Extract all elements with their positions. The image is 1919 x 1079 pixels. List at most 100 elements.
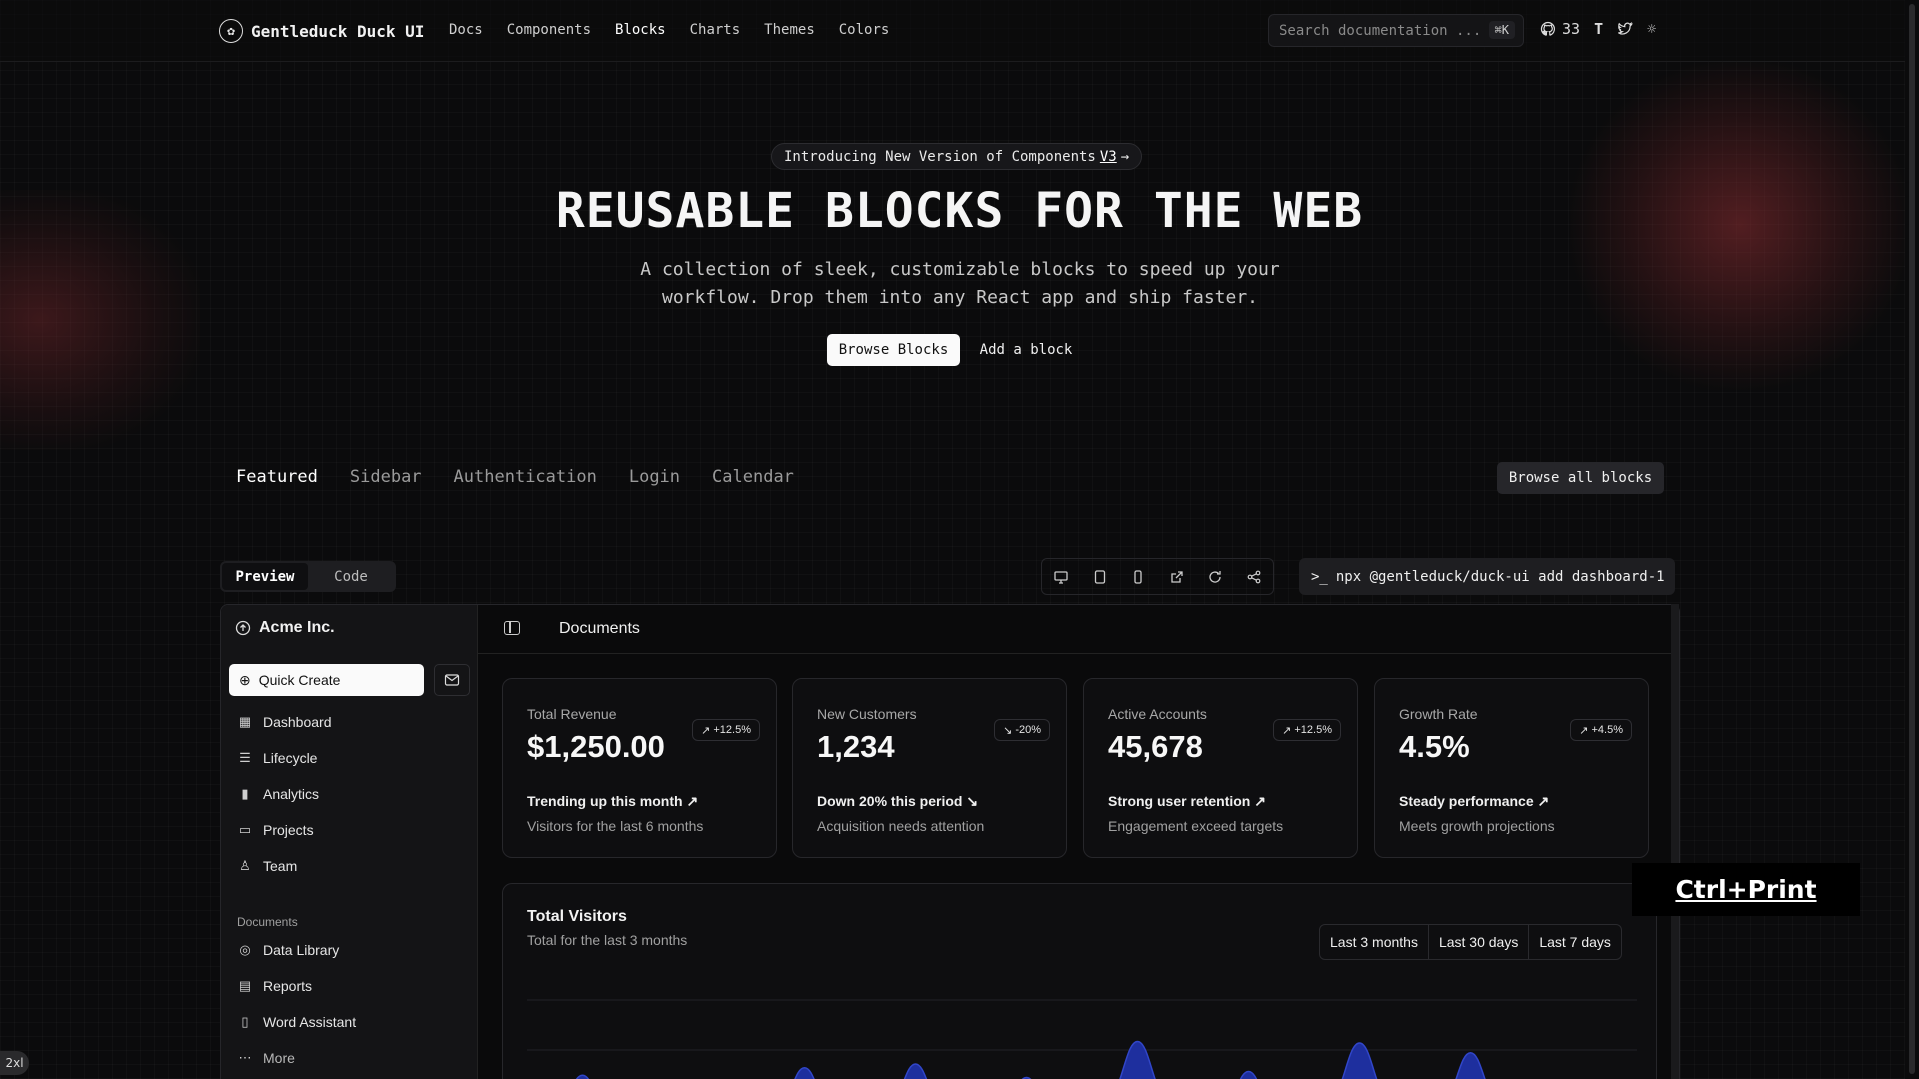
browse-all-blocks-button[interactable]: Browse all blocks bbox=[1497, 462, 1664, 494]
sidebar-item-analytics[interactable]: ▮ Analytics bbox=[237, 786, 319, 802]
tab-preview[interactable]: Preview bbox=[222, 563, 308, 590]
open-external-icon[interactable] bbox=[1169, 569, 1185, 585]
stat-value: 45,678 bbox=[1108, 729, 1203, 764]
chart-area-peak bbox=[1341, 1042, 1378, 1079]
trending-down-icon: ↘ bbox=[966, 793, 979, 809]
nav-components[interactable]: Components bbox=[507, 22, 591, 38]
nav-charts[interactable]: Charts bbox=[690, 22, 741, 38]
badge-text: +4.5% bbox=[1591, 724, 1624, 736]
browse-blocks-button[interactable]: Browse Blocks bbox=[827, 334, 960, 366]
mobile-icon[interactable] bbox=[1130, 569, 1146, 585]
total-visitors-card: Total Visitors Total for the last 3 mont… bbox=[502, 883, 1657, 1079]
badge-text: -20% bbox=[1015, 724, 1041, 736]
announcement-text: Introducing New Version of Components bbox=[784, 148, 1096, 165]
preview-scrollbar[interactable] bbox=[1671, 604, 1679, 1079]
range-last-7-days[interactable]: Last 7 days bbox=[1528, 925, 1621, 959]
sidebar-item-dashboard[interactable]: ▦ Dashboard bbox=[237, 714, 332, 730]
stat-headline: Steady performance ↗ bbox=[1399, 793, 1549, 810]
sidebar-item-lifecycle[interactable]: ☰ Lifecycle bbox=[237, 750, 317, 766]
announcement-pill[interactable]: Introducing New Version of Components V3… bbox=[771, 143, 1143, 170]
add-block-button[interactable]: Add a block bbox=[970, 334, 1082, 366]
sidebar-item-projects[interactable]: ▭ Projects bbox=[237, 822, 314, 838]
chart-area-peak bbox=[794, 1066, 815, 1079]
stat-card-total-revenue: Total Revenue $1,250.00 ↗ +12.5% Trending… bbox=[502, 678, 777, 858]
stat-value: 1,234 bbox=[817, 729, 895, 764]
github-count: 33 bbox=[1562, 20, 1581, 38]
sidebar-item-label: Analytics bbox=[263, 786, 320, 802]
brand[interactable]: ✿ Gentleduck Duck UI bbox=[219, 19, 424, 43]
visitors-subtitle: Total for the last 3 months bbox=[527, 932, 688, 948]
trending-up-icon: ↗ bbox=[701, 724, 711, 737]
github-link[interactable]: 33 bbox=[1540, 20, 1580, 38]
terminal-icon: >_ bbox=[1311, 568, 1328, 585]
trending-up-icon: ↗ bbox=[1254, 793, 1266, 809]
org-logo-icon bbox=[235, 620, 251, 636]
sidebar-item-label: Dashboard bbox=[263, 714, 332, 730]
sidebar-toggle-icon[interactable] bbox=[504, 621, 520, 635]
install-command-text: npx @gentleduck/duck-ui add dashboard-1 bbox=[1335, 568, 1665, 585]
stat-headline-text: Trending up this month bbox=[527, 793, 683, 809]
org-header[interactable]: Acme Inc. bbox=[235, 619, 335, 637]
desktop-icon[interactable] bbox=[1053, 569, 1069, 585]
page-title: Documents bbox=[559, 620, 640, 637]
twitter-icon[interactable] bbox=[1617, 21, 1634, 37]
sidebar-item-more[interactable]: ⋯ More bbox=[237, 1050, 295, 1066]
app-sidebar: Acme Inc. ⊕ Quick Create ▦ Dashboard ☰ L… bbox=[221, 605, 478, 1079]
range-last-3-months[interactable]: Last 3 months bbox=[1320, 925, 1428, 959]
page-scrollbar-thumb[interactable] bbox=[1909, 4, 1915, 1074]
documents-section-title: Documents bbox=[237, 915, 298, 929]
dashboard-main: Documents Total Revenue $1,250.00 ↗ +12.5… bbox=[478, 605, 1679, 1079]
sidebar-item-label: Team bbox=[263, 858, 298, 874]
refresh-icon[interactable] bbox=[1207, 569, 1223, 585]
preview-code-toggle: Preview Code bbox=[220, 561, 396, 592]
tab-authentication[interactable]: Authentication bbox=[454, 467, 597, 487]
nav-colors[interactable]: Colors bbox=[839, 22, 890, 38]
breakpoint-badge: 2xl bbox=[0, 1051, 29, 1075]
install-command[interactable]: >_ npx @gentleduck/duck-ui add dashboard… bbox=[1299, 558, 1675, 595]
stat-detail: Visitors for the last 6 months bbox=[527, 818, 704, 834]
ctrl-print-overlay: Ctrl+Print bbox=[1632, 863, 1860, 916]
tab-code[interactable]: Code bbox=[308, 563, 394, 590]
tablet-icon[interactable] bbox=[1092, 569, 1108, 585]
stat-detail: Meets growth projections bbox=[1399, 818, 1555, 834]
trending-up-icon: ↗ bbox=[686, 793, 699, 809]
hero-title: REUSABLE BLOCKS FOR THE WEB bbox=[555, 183, 1364, 239]
nav-themes[interactable]: Themes bbox=[764, 22, 815, 38]
range-last-30-days[interactable]: Last 30 days bbox=[1427, 925, 1528, 959]
badge-text: +12.5% bbox=[1294, 724, 1332, 736]
tab-calendar[interactable]: Calendar bbox=[712, 467, 794, 487]
nav-blocks[interactable]: Blocks bbox=[615, 22, 666, 38]
visitors-area-chart bbox=[527, 999, 1637, 1079]
chart-area-peak bbox=[1239, 1070, 1258, 1079]
stat-label: Total Revenue bbox=[527, 706, 617, 722]
hero-subtitle-line-1: A collection of sleek, customizable bloc… bbox=[640, 259, 1280, 280]
viewport-toolbar bbox=[1041, 558, 1274, 595]
folder-icon: ▭ bbox=[238, 822, 252, 837]
stat-card-new-customers: New Customers 1,234 ↘ -20% Down 20% this … bbox=[792, 678, 1067, 858]
sidebar-item-data-library[interactable]: ◎ Data Library bbox=[237, 942, 339, 958]
quick-create-button[interactable]: ⊕ Quick Create bbox=[229, 664, 424, 696]
chart-area-peak bbox=[575, 1074, 590, 1079]
announcement-link[interactable]: V3 bbox=[1100, 149, 1117, 165]
hero-subtitle-line-2: workflow. Drop them into any React app a… bbox=[661, 287, 1259, 308]
trend-badge: ↗ +12.5% bbox=[1273, 719, 1341, 741]
tab-login[interactable]: Login bbox=[629, 467, 680, 487]
tab-sidebar[interactable]: Sidebar bbox=[350, 467, 422, 487]
block-preview-frame: Acme Inc. ⊕ Quick Create ▦ Dashboard ☰ L… bbox=[220, 604, 1680, 1079]
hero-subtitle: A collection of sleek, customizable bloc… bbox=[560, 256, 1360, 312]
stat-value: $1,250.00 bbox=[527, 729, 665, 764]
github-icon bbox=[1540, 21, 1556, 36]
dashboard-header: Documents bbox=[478, 605, 1679, 654]
share-icon[interactable] bbox=[1246, 569, 1262, 585]
theme-toggle-sun-icon[interactable]: ☼ bbox=[1647, 20, 1656, 38]
sidebar-item-word-assistant[interactable]: ▯ Word Assistant bbox=[237, 1014, 356, 1030]
tab-featured[interactable]: Featured bbox=[236, 467, 318, 487]
sidebar-item-team[interactable]: ♙ Team bbox=[237, 858, 297, 874]
badge-text: +12.5% bbox=[713, 724, 751, 736]
search-input[interactable]: Search documentation ... ⌘K bbox=[1268, 14, 1524, 47]
brand-name: Gentleduck Duck UI bbox=[251, 21, 425, 41]
text-size-icon[interactable]: T bbox=[1594, 20, 1603, 38]
inbox-button[interactable] bbox=[434, 664, 470, 696]
sidebar-item-reports[interactable]: ▤ Reports bbox=[237, 978, 312, 994]
nav-docs[interactable]: Docs bbox=[449, 22, 483, 38]
